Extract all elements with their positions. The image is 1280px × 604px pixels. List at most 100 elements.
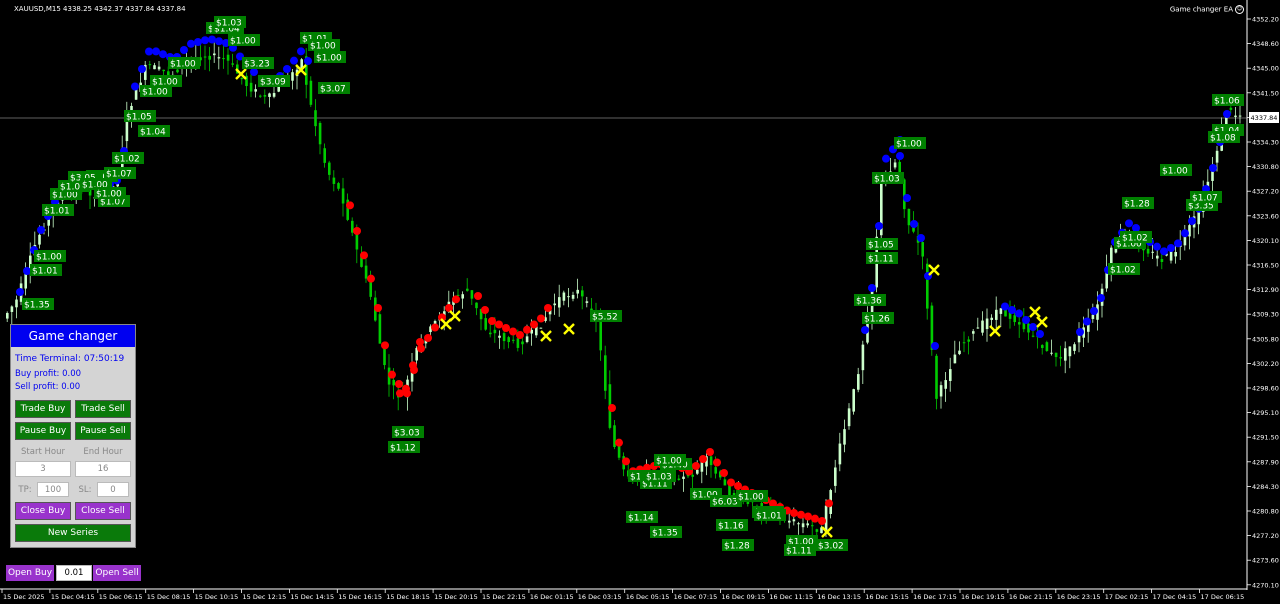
candle-body	[1045, 342, 1049, 351]
buy-signal-dot	[180, 46, 188, 54]
profit-block: Buy profit: 0.00 Sell profit: 0.00	[15, 368, 135, 394]
candle-body	[167, 71, 170, 76]
candle-body	[323, 148, 326, 163]
buy-signal-dot	[1167, 244, 1175, 252]
time-tick-label: 16 Dec 21:15	[1009, 593, 1053, 601]
close-sell-button[interactable]: Close Sell	[75, 502, 131, 520]
sell-signal-dot	[530, 320, 538, 329]
profit-label: $1.11	[868, 255, 894, 265]
candle-body	[953, 354, 957, 364]
time-tick-label: 16 Dec 15:15	[865, 593, 909, 601]
candle-body	[493, 329, 497, 334]
buy-signal-dot	[1153, 242, 1161, 251]
candle-body	[539, 327, 543, 329]
sl-input[interactable]: 0	[97, 482, 129, 497]
buy-signal-dot	[910, 220, 918, 228]
candle-body	[797, 523, 800, 525]
price-chart[interactable]: $1.35 $1.01 $1.00 $1.01 $1.00 $1.05 $1.07 $1.00…	[0, 0, 1280, 604]
buy-signal-dot	[16, 288, 24, 296]
tp-input[interactable]: 100	[37, 482, 69, 497]
buy-signal-dot	[194, 38, 202, 46]
candle-body	[709, 456, 713, 466]
profit-label: $1.05	[126, 113, 152, 123]
sell-signal-dot	[622, 457, 630, 466]
candle-body	[801, 523, 805, 528]
sell-signal-dot	[692, 462, 700, 470]
time-tick-label: 15 Dec 10:15	[195, 593, 239, 601]
candle-body	[1004, 309, 1007, 317]
candle-body	[682, 476, 685, 479]
profit-label: $1.05	[868, 241, 894, 251]
pause-sell-button[interactable]: Pause Sell	[75, 422, 131, 440]
candle-body	[857, 374, 860, 390]
buy-signal-dot	[868, 284, 876, 292]
candle-body	[222, 58, 225, 60]
candle-body	[861, 344, 865, 371]
time-tick-label: 17 Dec 02:15	[1105, 593, 1149, 601]
candle-body	[231, 63, 234, 65]
candle-body	[1238, 115, 1242, 117]
time-tick-label: 16 Dec 13:15	[817, 593, 861, 601]
sell-signal-dot	[388, 370, 396, 379]
profit-label: $1.36	[856, 297, 882, 307]
candle-body	[696, 469, 699, 474]
trade-buy-button[interactable]: Trade Buy	[15, 400, 71, 418]
buy-signal-dot	[23, 267, 31, 275]
candle-body	[852, 389, 855, 412]
profit-label: $1.28	[1124, 200, 1150, 210]
time-tick-label: 15 Dec 14:15	[290, 593, 334, 601]
sell-signal-dot	[445, 304, 453, 312]
pause-buy-button[interactable]: Pause Buy	[15, 422, 71, 440]
lot-size-input[interactable]: 0.01	[56, 565, 92, 581]
sell-signal-dot	[720, 469, 728, 477]
price-tick-label: 4320.10	[1252, 237, 1279, 245]
candle-body	[893, 162, 897, 168]
sell-signal-dot	[431, 323, 439, 332]
profit-label: $1.00	[310, 42, 336, 52]
buy-signal-dot	[1209, 164, 1217, 172]
start-hour-input[interactable]: 3	[15, 461, 71, 477]
buy-profit: Buy profit: 0.00	[15, 369, 82, 379]
buy-signal-dot	[1022, 316, 1030, 324]
close-buy-button[interactable]: Close Buy	[15, 502, 71, 520]
candle-body	[203, 56, 207, 58]
candle-body	[1174, 251, 1177, 257]
price-tick-label: 4295.10	[1252, 409, 1279, 417]
buy-signal-dot	[1132, 224, 1140, 232]
sell-signal-dot	[381, 341, 389, 350]
candle-body	[502, 333, 506, 342]
new-series-button[interactable]: New Series	[15, 524, 131, 542]
candle-body	[466, 288, 469, 291]
start-hour-label: Start Hour	[21, 447, 65, 457]
price-tick-label: 4341.50	[1252, 89, 1279, 97]
candle-body	[341, 188, 345, 204]
price-tick-label: 4270.10	[1252, 581, 1279, 589]
candle-body	[1229, 107, 1233, 110]
profit-label: $1.01	[756, 512, 782, 522]
trade-sell-button[interactable]: Trade Sell	[75, 400, 131, 418]
profit-label: $1.00	[316, 54, 342, 64]
candle-body	[990, 317, 993, 320]
sell-signal-dot	[727, 478, 735, 487]
profit-label: $1.35	[652, 529, 678, 539]
candle-body	[1169, 250, 1173, 261]
candle-body	[700, 462, 704, 472]
sell-signal-dot	[608, 404, 616, 412]
sell-signal-dot	[825, 499, 833, 508]
candle-body	[935, 355, 938, 399]
sell-signal-dot	[811, 514, 819, 523]
candle-body	[153, 65, 156, 70]
candle-body	[1091, 314, 1095, 319]
end-hour-input[interactable]: 16	[75, 461, 131, 477]
price-tick-label: 4352.20	[1252, 16, 1279, 24]
candle-body	[328, 162, 331, 175]
price-tick-label: 4291.50	[1252, 434, 1279, 442]
sell-signal-dot	[367, 274, 375, 283]
buy-signal-dot	[138, 65, 146, 73]
open-sell-button[interactable]: Open Sell	[93, 565, 141, 581]
sell-signal-dot	[544, 304, 552, 312]
candle-body	[378, 314, 382, 344]
profit-label: $1.06	[1214, 97, 1240, 107]
open-buy-button[interactable]: Open Buy	[6, 565, 54, 581]
sell-signal-dot	[706, 448, 714, 456]
